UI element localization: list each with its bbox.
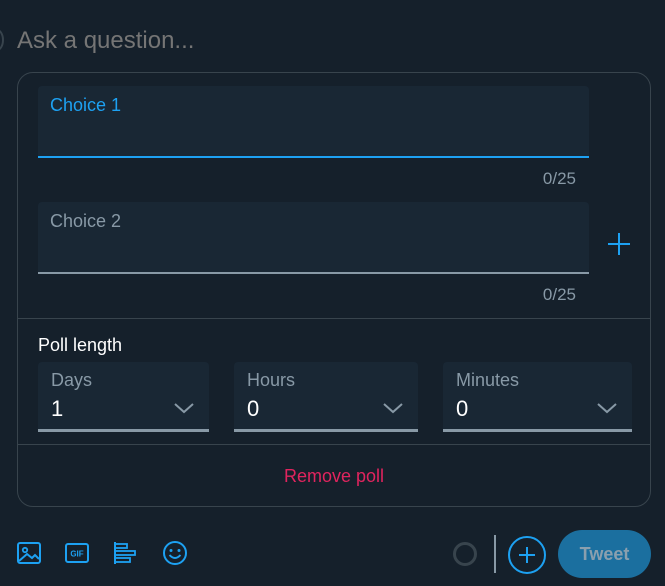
minutes-label: Minutes [456, 370, 520, 390]
hours-select[interactable]: Hours 0 [234, 362, 418, 432]
divider [18, 444, 650, 445]
add-tweet-plus-icon[interactable] [508, 536, 546, 574]
toolbar-separator [494, 535, 496, 573]
hours-value: 0 [247, 396, 260, 421]
chevron-down-icon [383, 403, 403, 414]
minutes-value: 0 [456, 396, 469, 421]
question-input[interactable] [17, 26, 617, 56]
choice-2-counter: 0/25 [542, 285, 576, 304]
poll-card: Choice 1 0/25 Choice 2 0/25 Poll length … [17, 72, 651, 507]
days-label: Days [51, 370, 93, 390]
days-select[interactable]: Days 1 [38, 362, 209, 432]
divider [18, 318, 650, 319]
image-icon[interactable] [16, 540, 42, 566]
minutes-select[interactable]: Minutes 0 [443, 362, 632, 432]
gif-icon[interactable]: GIF [64, 540, 90, 566]
days-value: 1 [51, 396, 64, 421]
svg-text:GIF: GIF [70, 550, 83, 559]
choice-2-field[interactable]: Choice 2 [38, 202, 589, 274]
chevron-down-icon [174, 403, 194, 414]
poll-icon[interactable] [112, 540, 138, 566]
hours-label: Hours [247, 370, 296, 390]
choice-2-label: Choice 2 [50, 211, 122, 231]
avatar-edge [0, 29, 4, 51]
tweet-composer: Choice 1 0/25 Choice 2 0/25 Poll length … [0, 0, 665, 586]
character-progress-ring [453, 542, 477, 566]
poll-length-title: Poll length [38, 335, 123, 355]
choice-1-label: Choice 1 [50, 95, 122, 115]
choice-1-counter: 0/25 [542, 169, 576, 188]
tweet-button[interactable]: Tweet [558, 530, 651, 578]
choice-1-field[interactable]: Choice 1 [38, 86, 589, 158]
add-choice-plus-icon[interactable] [606, 231, 632, 257]
chevron-down-icon [597, 403, 617, 414]
remove-poll-button[interactable]: Remove poll [18, 466, 650, 487]
emoji-icon[interactable] [162, 540, 188, 566]
